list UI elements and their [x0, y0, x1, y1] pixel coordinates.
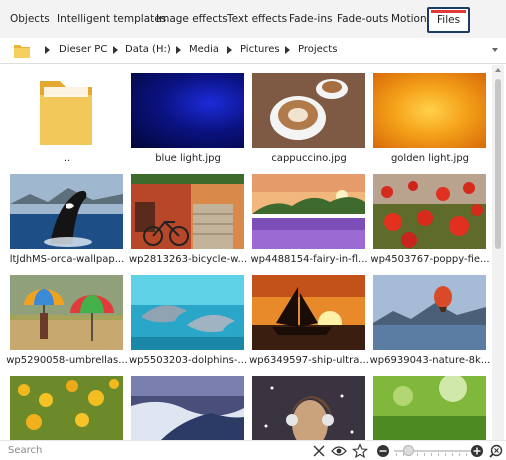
- zoom-out-icon[interactable]: [375, 443, 391, 459]
- chevron-up-icon[interactable]: [495, 68, 501, 72]
- close-icon[interactable]: [311, 443, 327, 459]
- folder-icon: [40, 81, 92, 145]
- scrollbar-thumb[interactable]: [495, 79, 501, 249]
- tab-motions[interactable]: Motions: [391, 13, 432, 25]
- thumbnail-cappuccino: [252, 73, 365, 148]
- star-icon[interactable]: [352, 443, 368, 459]
- breadcrumb-media[interactable]: Media: [189, 44, 219, 55]
- tab-objects[interactable]: Objects: [10, 13, 50, 25]
- breadcrumb-separator-icon[interactable]: [113, 46, 118, 54]
- eye-icon[interactable]: [331, 443, 347, 459]
- breadcrumb-projects[interactable]: Projects: [298, 44, 337, 55]
- thumbnail-bicycle: [131, 174, 244, 249]
- breadcrumb-separator-icon[interactable]: [285, 46, 290, 54]
- thumbnail-yellow-flowers: [10, 376, 123, 440]
- file-name: wp5503203-dolphins-...: [128, 355, 248, 366]
- breadcrumb-separator-icon[interactable]: [45, 46, 50, 54]
- file-name: wp4503767-poppy-fie...: [370, 254, 490, 265]
- thumbnail-woman-snow: [252, 376, 365, 440]
- thumbnail-orca: [10, 174, 123, 249]
- tab-text-effects[interactable]: Text effects: [227, 13, 287, 25]
- thumbnail-nature: [373, 275, 486, 350]
- file-name: blue light.jpg: [155, 153, 221, 164]
- thumbnail-winter-river: [131, 376, 244, 440]
- tab-bar: Objects Intelligent templates Image effe…: [0, 0, 506, 38]
- breadcrumb: Dieser PC Data (H:) Media Pictures Proje…: [0, 38, 506, 64]
- file-name: golden light.jpg: [390, 153, 470, 164]
- file-name: wp5290058-umbrellas...: [6, 355, 128, 366]
- file-name: wp2813263-bicycle-w...: [128, 254, 248, 265]
- breadcrumb-data-drive[interactable]: Data (H:): [125, 44, 171, 55]
- file-name: cappuccino.jpg: [271, 153, 347, 164]
- thumbnail-fairy: [252, 174, 365, 249]
- file-name: wp6939043-nature-8k...: [369, 355, 490, 366]
- thumbnail-golden-light: [373, 73, 486, 148]
- chevron-down-icon[interactable]: [492, 48, 498, 52]
- tab-intelligent-templates[interactable]: Intelligent templates: [57, 13, 166, 25]
- thumbnail-dolphins: [131, 275, 244, 350]
- breadcrumb-pictures[interactable]: Pictures: [240, 44, 280, 55]
- vertical-scrollbar[interactable]: [492, 65, 504, 440]
- zoom-fit-icon[interactable]: [488, 443, 504, 459]
- breadcrumb-dieser-pc[interactable]: Dieser PC: [59, 44, 107, 55]
- tab-fade-outs[interactable]: Fade-outs: [337, 13, 388, 25]
- file-name: ..: [63, 153, 71, 164]
- bottom-toolbar: Search: [0, 440, 506, 460]
- tab-fade-ins[interactable]: Fade-ins: [289, 13, 332, 25]
- thumbnail-green-bokeh: [373, 376, 486, 440]
- file-name: wp6349597-ship-ultra...: [249, 355, 369, 366]
- file-name: ltJdhMS-orca-wallpap...: [9, 254, 125, 265]
- tab-image-effects[interactable]: Image effects: [156, 13, 228, 25]
- file-name: wp4488154-fairy-in-fl...: [250, 254, 368, 265]
- thumbnail-blue-light: [131, 73, 244, 148]
- thumbnail-poppy-field: [373, 174, 486, 249]
- file-grid: .. blue light.jpg cappuccino.jpg golden …: [0, 65, 490, 440]
- thumbnail-umbrellas: [10, 275, 123, 350]
- folder-icon[interactable]: [12, 41, 32, 61]
- thumbnail-ship: [252, 275, 365, 350]
- search-input[interactable]: Search: [8, 445, 42, 456]
- tab-files[interactable]: Files: [427, 7, 471, 33]
- breadcrumb-separator-icon[interactable]: [227, 46, 232, 54]
- zoom-in-icon[interactable]: [469, 443, 485, 459]
- breadcrumb-separator-icon[interactable]: [176, 46, 181, 54]
